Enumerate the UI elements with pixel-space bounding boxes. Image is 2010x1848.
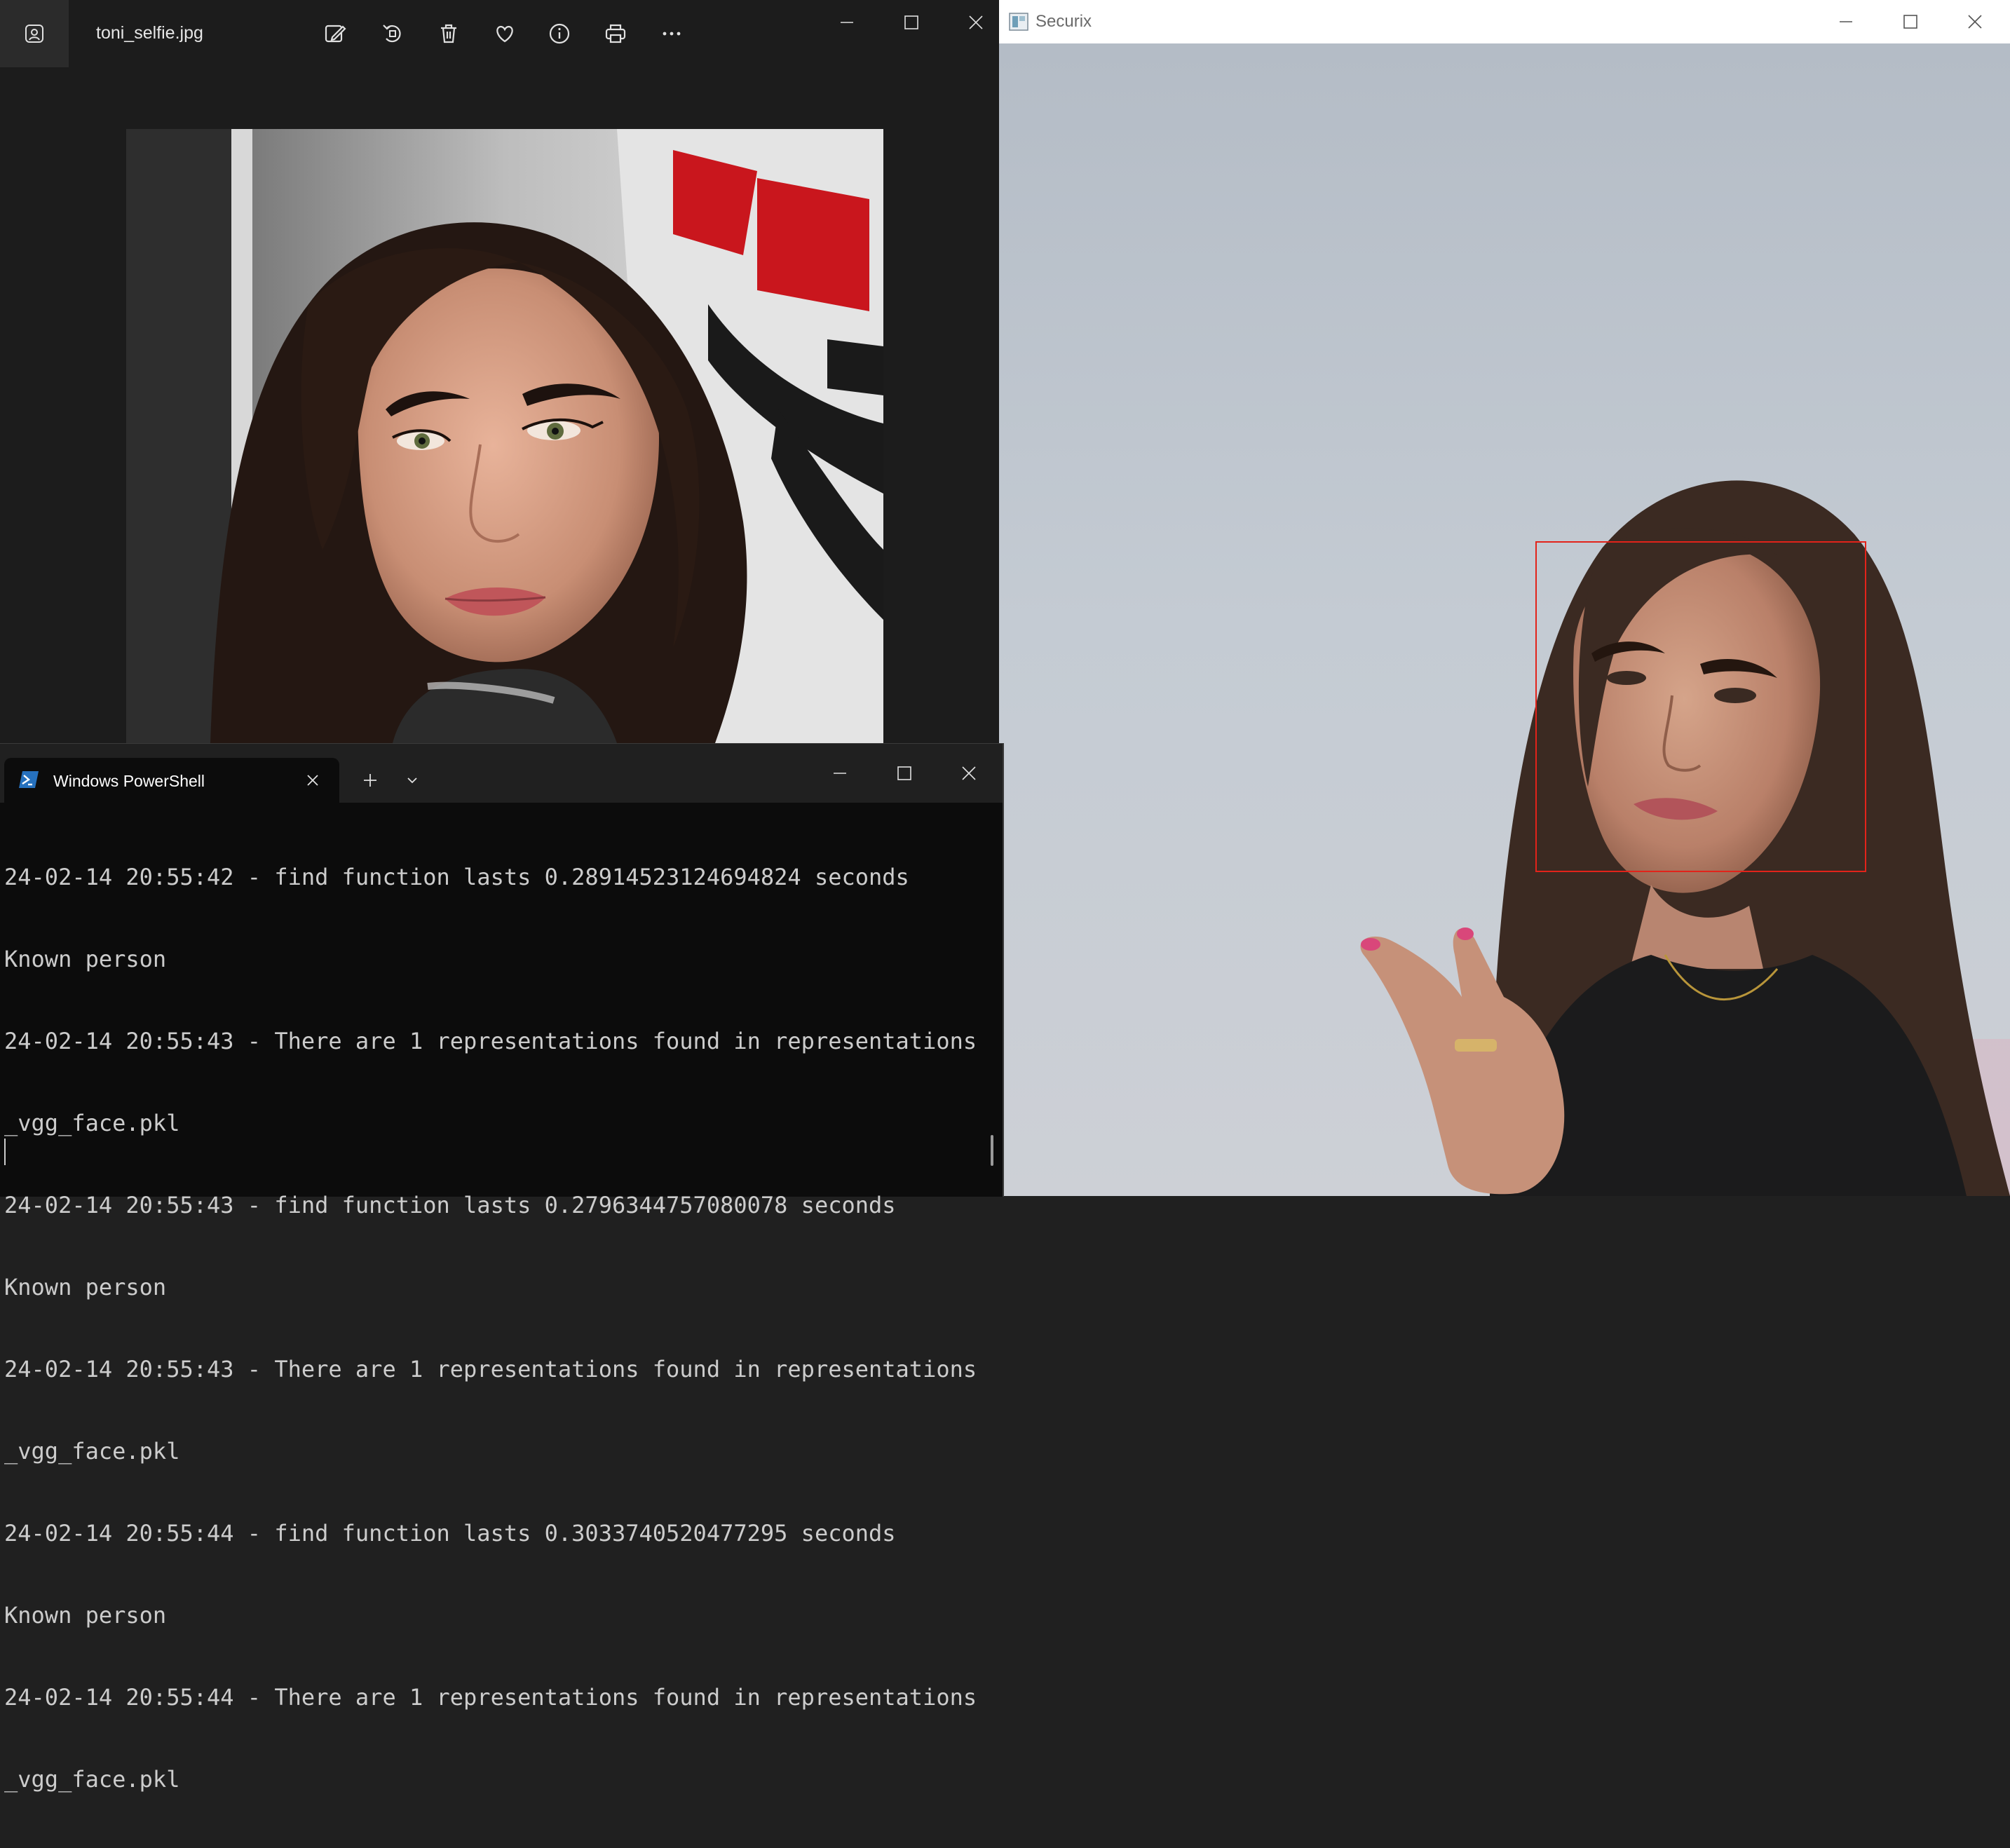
- terminal-output[interactable]: 24-02-14 20:55:42 - find function lasts …: [4, 809, 986, 1848]
- close-icon[interactable]: [1943, 0, 2007, 43]
- camera-feed: [999, 43, 2010, 1196]
- terminal-line: _vgg_face.pkl: [4, 1438, 180, 1465]
- terminal-line: 24-02-14 20:55:44 - find function lasts …: [4, 1520, 896, 1547]
- photos-window: toni_selfie.jpg: [0, 0, 999, 743]
- maximize-icon[interactable]: [872, 751, 937, 796]
- terminal-line: 24-02-14 20:55:43 - There are 1 represen…: [4, 1356, 977, 1382]
- chevron-down-icon[interactable]: [395, 763, 429, 797]
- face-detection-box: [1535, 541, 1866, 872]
- new-tab-icon[interactable]: [353, 763, 387, 797]
- more-icon[interactable]: [644, 6, 700, 62]
- terminal-line: 24-02-14 20:55:42 - find function lasts …: [4, 864, 909, 890]
- maximize-icon[interactable]: [1878, 0, 1943, 43]
- heart-icon[interactable]: [477, 6, 533, 62]
- terminal-line: _vgg_face.pkl: [4, 1110, 180, 1136]
- terminal-cursor: [4, 1139, 6, 1165]
- terminal-line: _vgg_face.pkl: [4, 1766, 180, 1793]
- close-tab-icon[interactable]: [299, 769, 327, 791]
- terminal-tab-label: Windows PowerShell: [53, 772, 205, 790]
- terminal-line: Known person: [4, 946, 167, 972]
- edit-icon[interactable]: [307, 6, 363, 62]
- securix-app-icon: [1009, 13, 1028, 31]
- powershell-icon: [18, 770, 39, 789]
- maximize-icon[interactable]: [879, 0, 944, 45]
- photos-filename: toni_selfie.jpg: [96, 23, 203, 43]
- powershell-window: Windows PowerShell 24-02-14 20:55:42 - f…: [0, 743, 1004, 1793]
- rotate-icon[interactable]: [365, 6, 421, 62]
- photos-titlebar: toni_selfie.jpg: [0, 0, 999, 67]
- terminal-line: 24-02-14 20:55:43 - There are 1 represen…: [4, 1028, 977, 1054]
- terminal-line: Known person: [4, 1602, 167, 1629]
- securix-titlebar: Securix: [999, 0, 2010, 44]
- minimize-icon[interactable]: [815, 0, 879, 45]
- securix-title: Securix: [1035, 12, 1092, 31]
- minimize-icon[interactable]: [808, 751, 872, 796]
- minimize-icon[interactable]: [1814, 0, 1878, 43]
- terminal-scrollbar[interactable]: [991, 1135, 993, 1166]
- close-icon[interactable]: [937, 751, 1001, 796]
- trash-icon[interactable]: [421, 6, 477, 62]
- terminal-line: 24-02-14 20:55:44 - There are 1 represen…: [4, 1684, 977, 1711]
- terminal-tab[interactable]: Windows PowerShell: [4, 758, 339, 803]
- terminal-tabbar: Windows PowerShell: [0, 744, 1003, 803]
- info-icon[interactable]: [531, 6, 588, 62]
- terminal-line: Known person: [4, 1274, 167, 1300]
- print-icon[interactable]: [588, 6, 644, 62]
- photos-app-icon[interactable]: [0, 0, 69, 67]
- securix-window: Securix: [999, 0, 2010, 1196]
- selfie-photo: [126, 129, 883, 743]
